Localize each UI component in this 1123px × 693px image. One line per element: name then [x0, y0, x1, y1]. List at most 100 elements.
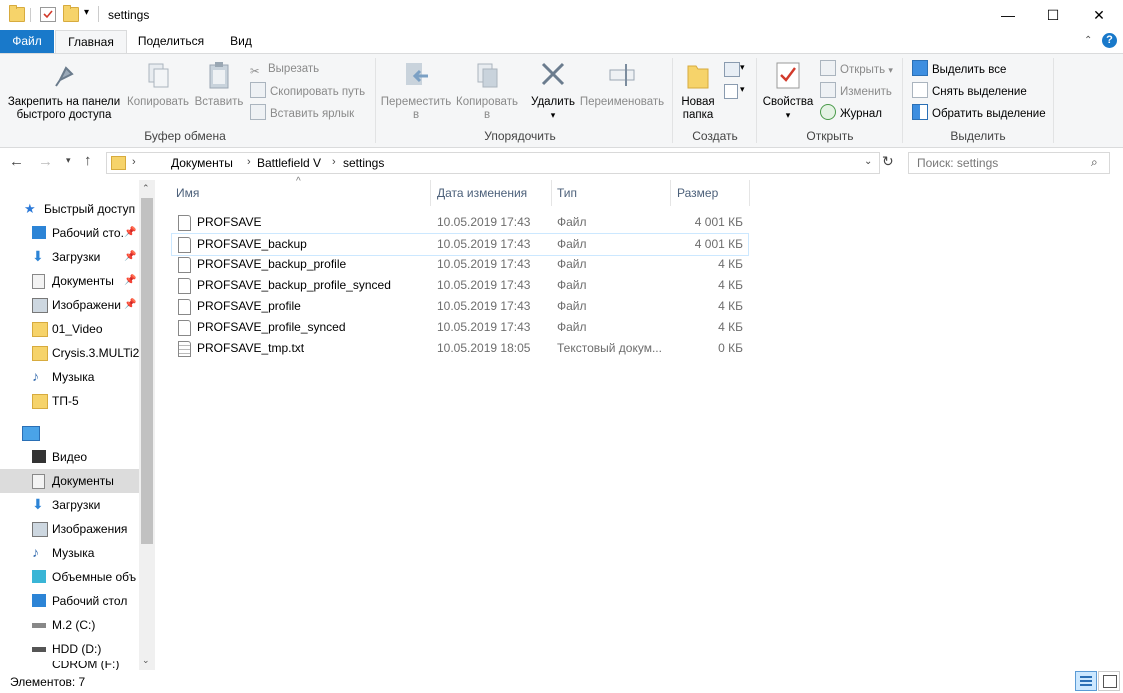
nav-scrollbar-thumb[interactable] — [141, 198, 153, 544]
new-item-icon[interactable] — [724, 62, 740, 77]
up-arrow-icon[interactable]: ↑ — [84, 152, 92, 169]
crumb-documents[interactable]: Документы — [171, 156, 233, 170]
column-divider[interactable] — [749, 180, 750, 206]
nav-item-pictures-quick[interactable]: Изображени 📌 — [0, 293, 140, 317]
column-header-date[interactable]: Дата изменения — [437, 186, 527, 200]
tab-share[interactable]: Поделиться — [130, 30, 212, 53]
tab-view[interactable]: Вид — [218, 30, 264, 53]
search-input[interactable]: Поиск: settings — [917, 156, 998, 170]
folder-icon — [9, 5, 25, 22]
chevron-down-icon[interactable]: ▾ — [740, 62, 745, 73]
paste-label: Вставить — [194, 96, 244, 108]
copy-button[interactable]: Копировать — [125, 60, 191, 109]
search-box[interactable]: Поиск: settings ⌕ — [908, 152, 1110, 174]
refresh-icon[interactable]: ↻ — [882, 153, 894, 170]
nav-quick-access[interactable]: ★ Быстрый доступ — [0, 197, 140, 221]
nav-item-documents[interactable]: Документы — [0, 469, 140, 493]
copy-to-button[interactable]: Копировать в — [454, 60, 520, 122]
back-arrow-icon[interactable]: ← — [9, 153, 24, 170]
paste-shortcut-button[interactable]: Вставить ярлык — [250, 104, 354, 122]
nav-item-3d-objects[interactable]: Объемные объ — [0, 565, 140, 589]
nav-item-video[interactable]: Видео — [0, 445, 140, 469]
table-row[interactable]: PROFSAVE_profile_synced 10.05.2019 17:43 Ф… — [172, 317, 748, 338]
table-row[interactable]: PROFSAVE_backup_profile 10.05.2019 17:43 Ф… — [172, 254, 748, 275]
group-separator — [1053, 58, 1054, 143]
search-icon[interactable]: ⌕ — [1091, 155, 1098, 170]
minimize-button[interactable]: — — [985, 0, 1031, 30]
chevron-down-icon[interactable]: ▾ — [84, 7, 89, 18]
properties-button[interactable]: Свойства ▾ — [760, 60, 816, 122]
column-divider[interactable] — [670, 180, 671, 206]
tab-home[interactable]: Главная — [55, 30, 127, 54]
nav-item-drive-d[interactable]: HDD (D:) — [0, 637, 140, 661]
pin-quick-access-button[interactable]: Закрепить на панели быстрого доступа — [4, 60, 124, 122]
nav-item-music-quick[interactable]: ♪ Музыка — [0, 365, 140, 389]
pin-icon[interactable]: 📌 — [124, 245, 136, 269]
cut-button[interactable]: ✂ Вырезать — [250, 60, 319, 78]
chevron-right-icon[interactable]: › — [132, 156, 136, 168]
scroll-down-icon[interactable]: ⌄ — [142, 655, 150, 666]
pin-icon[interactable]: 📌 — [124, 221, 136, 245]
table-row[interactable]: PROFSAVE_backup 10.05.2019 17:43 Файл 4 001… — [171, 233, 749, 256]
chevron-right-icon[interactable]: › — [332, 156, 336, 168]
details-view-button[interactable] — [1075, 671, 1097, 691]
paste-button[interactable]: Вставить — [192, 60, 246, 109]
history-button[interactable]: Журнал — [820, 104, 882, 122]
open-button[interactable]: Открыть ▾ — [820, 60, 893, 78]
nav-item-downloads-quick[interactable]: ⬇ Загрузки 📌 — [0, 245, 140, 269]
nav-item-desktop-quick[interactable]: Рабочий сто. 📌 — [0, 221, 140, 245]
chevron-down-icon: ▾ — [785, 110, 791, 120]
nav-item-music[interactable]: ♪ Музыка — [0, 541, 140, 565]
column-divider[interactable] — [430, 180, 431, 206]
nav-item-desktop[interactable]: Рабочий стол — [0, 589, 140, 613]
copy-path-button[interactable]: Скопировать путь — [250, 82, 365, 100]
select-all-button[interactable]: Выделить все — [912, 60, 1006, 78]
chevron-right-icon[interactable]: › — [247, 156, 251, 168]
crumb-settings[interactable]: settings — [343, 156, 384, 170]
easy-access-icon[interactable] — [724, 84, 738, 99]
column-divider[interactable] — [551, 180, 552, 206]
forward-arrow-icon[interactable]: → — [38, 153, 53, 170]
collapse-ribbon-icon[interactable]: ⌃ — [1084, 35, 1092, 46]
table-row[interactable]: PROFSAVE_profile 10.05.2019 17:43 Файл 4 КБ — [172, 296, 748, 317]
close-button[interactable]: ✕ — [1076, 0, 1122, 30]
nav-item-crysis[interactable]: Crysis.3.MULTi2- — [0, 341, 140, 365]
maximize-button[interactable]: ☐ — [1030, 0, 1076, 30]
table-row[interactable]: PROFSAVE_backup_profile_synced 10.05.2019… — [172, 275, 748, 296]
pin-icon[interactable]: 📌 — [124, 293, 136, 317]
recent-locations-icon[interactable]: ▾ — [66, 155, 71, 166]
properties-check-icon[interactable] — [40, 7, 56, 22]
crumb-battlefield[interactable]: Battlefield V — [257, 156, 321, 170]
large-icons-view-button[interactable] — [1098, 671, 1120, 691]
rename-button[interactable]: Переименовать — [578, 60, 666, 109]
column-header-size[interactable]: Размер — [677, 186, 718, 200]
invert-selection-button[interactable]: Обратить выделение — [912, 104, 1046, 122]
move-to-button[interactable]: Переместить в — [378, 60, 454, 122]
help-icon[interactable]: ? — [1102, 33, 1117, 48]
select-none-button[interactable]: Снять выделение — [912, 82, 1027, 100]
table-row[interactable]: PROFSAVE 10.05.2019 17:43 Файл 4 001 КБ — [172, 212, 748, 233]
edit-button[interactable]: Изменить — [820, 82, 892, 100]
new-folder-button[interactable]: Новая папка — [676, 60, 720, 122]
pin-icon[interactable]: 📌 — [124, 269, 136, 293]
select-all-icon — [912, 60, 928, 76]
chevron-down-icon[interactable]: ▾ — [740, 84, 745, 95]
divider — [98, 6, 99, 22]
nav-item-tp5[interactable]: ТП-5 — [0, 389, 140, 413]
nav-item-drive-c[interactable]: M.2 (C:) — [0, 613, 140, 637]
scroll-up-icon[interactable]: ⌃ — [142, 183, 150, 194]
chevron-down-icon[interactable]: ⌄ — [864, 156, 872, 167]
nav-item-01-video[interactable]: 01_Video — [0, 317, 140, 341]
column-header-type[interactable]: Тип — [557, 186, 577, 200]
nav-item-pictures[interactable]: Изображения — [0, 517, 140, 541]
address-bar[interactable]: › Документы › Battlefield V › settings ⌄ — [106, 152, 880, 174]
new-folder-icon[interactable] — [63, 5, 79, 22]
nav-item-cdrom[interactable]: CDROM (F:) — [0, 661, 140, 670]
delete-button[interactable]: Удалить ▾ — [526, 60, 580, 122]
column-header-name[interactable]: Имя — [176, 186, 199, 200]
nav-item-downloads[interactable]: ⬇ Загрузки — [0, 493, 140, 517]
nav-item-documents-quick[interactable]: Документы 📌 — [0, 269, 140, 293]
table-row[interactable]: PROFSAVE_tmp.txt 10.05.2019 18:05 Текстовы… — [172, 338, 748, 359]
tab-file[interactable]: Файл — [0, 30, 54, 53]
nav-this-pc[interactable] — [0, 421, 140, 445]
